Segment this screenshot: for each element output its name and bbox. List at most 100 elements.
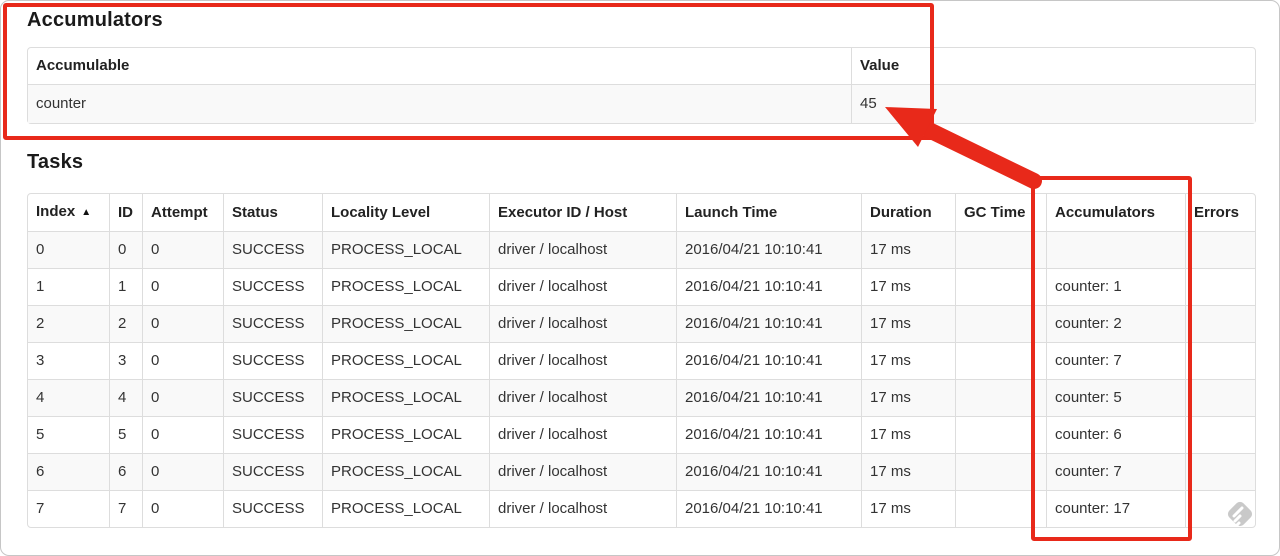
accumulators-table: Accumulable Value counter 45 [27,47,1256,124]
column-header-errors[interactable]: Errors [1185,194,1255,231]
column-header-label: GC Time [964,203,1026,221]
cell-attempt: 0 [142,342,223,379]
cell-launch_time: 2016/04/21 10:10:41 [676,268,861,305]
cell-index: 0 [28,231,109,268]
cell-attempt: 0 [142,268,223,305]
tasks-section-title: Tasks [27,151,84,173]
cell-locality_level: PROCESS_LOCAL [322,453,489,490]
cell-locality_level: PROCESS_LOCAL [322,379,489,416]
cell-id: 5 [109,416,142,453]
cell-index: 2 [28,305,109,342]
cell-status: SUCCESS [223,268,322,305]
cell-locality_level: PROCESS_LOCAL [322,231,489,268]
column-header-locality_level[interactable]: Locality Level [322,194,489,231]
cell-executor_id_host: driver / localhost [489,305,676,342]
column-header-duration[interactable]: Duration [861,194,955,231]
cell-errors [1185,416,1255,453]
table-header-row: Accumulable Value [28,48,1255,84]
cell-accumulators: counter: 7 [1046,453,1185,490]
column-header-gc_time[interactable]: GC Time [955,194,1046,231]
table-row: 6 6 0 SUCCESS PROCESS_LOCAL driver / localhos… [28,453,1255,490]
cell-duration: 17 ms [861,231,955,268]
column-header-label: Attempt [151,203,208,221]
column-header-label: Index [36,203,76,220]
cell-launch_time: 2016/04/21 10:10:41 [676,416,861,453]
column-header-label: Errors [1194,203,1240,221]
cell-attempt: 0 [142,453,223,490]
cell-locality_level: PROCESS_LOCAL [322,268,489,305]
cell-index: 1 [28,268,109,305]
column-header-launch_time[interactable]: Launch Time [676,194,861,231]
cell-status: SUCCESS [223,305,322,342]
column-header-accumulators[interactable]: Accumulators [1046,194,1185,231]
cell-duration: 17 ms [861,342,955,379]
table-row: 7 7 0 SUCCESS PROCESS_LOCAL driver / localhos… [28,490,1255,527]
cell-launch_time: 2016/04/21 10:10:41 [676,342,861,379]
cell-duration: 17 ms [861,416,955,453]
table-row: 0 0 0 SUCCESS PROCESS_LOCAL driver / localhos… [28,231,1255,268]
cell-status: SUCCESS [223,453,322,490]
cell-locality_level: PROCESS_LOCAL [322,342,489,379]
table-row: 4 4 0 SUCCESS PROCESS_LOCAL driver / localhos… [28,379,1255,416]
cell-attempt: 0 [142,305,223,342]
column-header-value: Value [851,48,1255,84]
cell-id: 6 [109,453,142,490]
accumulators-section-title: Accumulators [27,9,163,31]
column-header-label: Executor ID / Host [498,203,628,221]
cell-accumulators: counter: 7 [1046,342,1185,379]
cell-gc_time [955,490,1046,527]
cell-id: 1 [109,268,142,305]
cell-errors [1185,268,1255,305]
table-row: counter 45 [28,84,1255,123]
column-header-id[interactable]: ID [109,194,142,231]
cell-launch_time: 2016/04/21 10:10:41 [676,490,861,527]
cell-executor_id_host: driver / localhost [489,342,676,379]
cell-executor_id_host: driver / localhost [489,268,676,305]
cell-locality_level: PROCESS_LOCAL [322,490,489,527]
cell-status: SUCCESS [223,416,322,453]
cell-attempt: 0 [142,231,223,268]
column-header-accumulable: Accumulable [36,57,130,74]
cell-status: SUCCESS [223,231,322,268]
cell-duration: 17 ms [861,268,955,305]
column-header-attempt[interactable]: Attempt [142,194,223,231]
cell-gc_time [955,305,1046,342]
cell-id: 0 [109,231,142,268]
tasks-table: Index ▲ ID Attempt Status Locality Level Execu… [27,193,1256,528]
cell-executor_id_host: driver / localhost [489,379,676,416]
cell-accumulators [1046,231,1185,268]
column-header-index[interactable]: Index ▲ [28,194,109,231]
cell-errors [1185,342,1255,379]
cell-index: 6 [28,453,109,490]
cell-launch_time: 2016/04/21 10:10:41 [676,305,861,342]
spark-stage-page: Accumulators Accumulable Value counter 4… [0,0,1280,556]
cell-status: SUCCESS [223,379,322,416]
cell-locality_level: PROCESS_LOCAL [322,305,489,342]
table-header-row: Index ▲ ID Attempt Status Locality Level Execu… [28,194,1255,231]
table-row: 2 2 0 SUCCESS PROCESS_LOCAL driver / localhos… [28,305,1255,342]
cell-accumulators: counter: 5 [1046,379,1185,416]
cell-accumulators: counter: 1 [1046,268,1185,305]
cell-index: 4 [28,379,109,416]
cell-errors [1185,305,1255,342]
cell-launch_time: 2016/04/21 10:10:41 [676,231,861,268]
cell-gc_time [955,379,1046,416]
cell-index: 7 [28,490,109,527]
cell-gc_time [955,453,1046,490]
cell-id: 3 [109,342,142,379]
column-header-label: Locality Level [331,203,431,221]
column-header-status[interactable]: Status [223,194,322,231]
cell-attempt: 0 [142,416,223,453]
column-header-executor_id_host[interactable]: Executor ID / Host [489,194,676,231]
cell-gc_time [955,416,1046,453]
cell-status: SUCCESS [223,490,322,527]
cell-errors [1185,379,1255,416]
cell-duration: 17 ms [861,379,955,416]
feedly-watermark-icon [1227,501,1253,527]
cell-launch_time: 2016/04/21 10:10:41 [676,453,861,490]
column-header-label: Duration [870,203,932,221]
column-header-label: ID [118,203,133,221]
cell-attempt: 0 [142,490,223,527]
table-row: 1 1 0 SUCCESS PROCESS_LOCAL driver / localhos… [28,268,1255,305]
cell-executor_id_host: driver / localhost [489,453,676,490]
